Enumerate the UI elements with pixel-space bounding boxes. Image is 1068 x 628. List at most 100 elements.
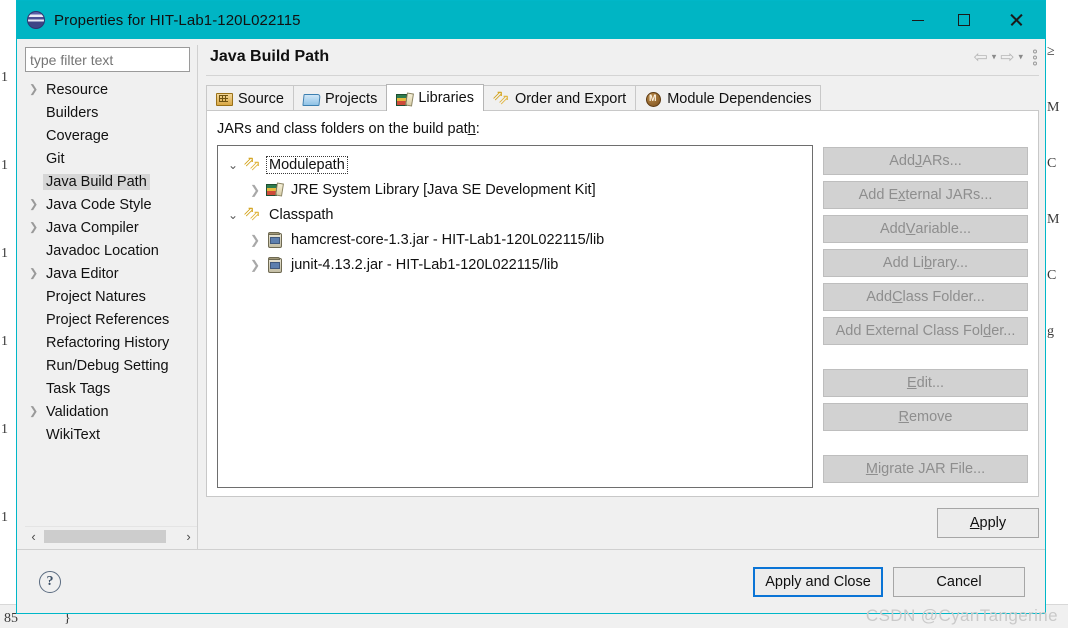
tab-module-dependencies[interactable]: Module Dependencies — [635, 85, 822, 111]
filter-input[interactable] — [25, 47, 190, 72]
sidebar-item-project-natures[interactable]: Project Natures — [25, 285, 197, 308]
tab-order-and-export[interactable]: Order and Export — [482, 85, 637, 111]
tab-label: Source — [238, 90, 284, 107]
sidebar-item-task-tags[interactable]: Task Tags — [25, 377, 197, 400]
maximize-button[interactable] — [941, 1, 987, 39]
forward-arrow-icon[interactable]: ⇨ — [1000, 49, 1014, 66]
libraries-content-row: ⌄Modulepath ❯ JRE System Library [Java SE … — [217, 145, 1028, 488]
background-glyph: 1 — [1, 246, 8, 261]
apply-and-close-button[interactable]: Apply and Close — [753, 566, 883, 597]
chevron-down-icon[interactable]: ⌄ — [222, 158, 244, 172]
tab-label: Projects — [324, 90, 378, 107]
tab-projects[interactable]: Projects — [292, 85, 388, 111]
view-menu-icon[interactable] — [1033, 49, 1037, 65]
add-external-jars-button[interactable]: Add Ex ternal JARs... — [823, 181, 1028, 209]
libraries-button-column: Add J ARs... Add Ex ternal JARs... Add Varia… — [823, 145, 1028, 488]
scrollbar-thumb[interactable] — [44, 529, 166, 543]
build-path-node[interactable]: ❯ JRE System Library [Java SE Development… — [222, 177, 808, 202]
order-export-arrows-icon — [492, 87, 510, 108]
dialog-footer: ? Apply and Close Cancel — [17, 549, 1045, 613]
chevron-right-icon[interactable]: ❯ — [244, 183, 266, 197]
sidebar-item-project-references[interactable]: Project References — [25, 308, 197, 331]
edit-button[interactable]: Edit... — [823, 369, 1028, 397]
chevron-right-icon[interactable]: ❯ — [244, 233, 266, 247]
maximize-icon — [958, 14, 970, 26]
sidebar-item-resource[interactable]: ❯ Resource — [25, 78, 197, 101]
sidebar-item-run-debug-setting[interactable]: Run/Debug Setting — [25, 354, 197, 377]
dialog-body: ❯ Resource Builders Coverage Git Java Build P… — [17, 39, 1045, 549]
sidebar-item-validation[interactable]: ❯ Validation — [25, 400, 197, 423]
module-circle-icon — [645, 91, 662, 107]
sidebar-item-refactoring-history[interactable]: Refactoring History — [25, 331, 197, 354]
forward-dropdown-icon[interactable]: ▾ — [1018, 52, 1023, 62]
apply-button[interactable]: Apply — [937, 508, 1039, 538]
add-variable-button[interactable]: Add Variable... — [823, 215, 1028, 243]
migrate-jar-file-button[interactable]: Migrate JAR File... — [823, 455, 1028, 483]
footer-buttons: Apply and Close Cancel — [753, 566, 1025, 597]
sidebar-item-git[interactable]: Git — [25, 147, 197, 170]
add-class-folder-button[interactable]: Add Class Folder... — [823, 283, 1028, 311]
sidebar-item-java-code-style[interactable]: ❯ Java Code Style — [25, 193, 197, 216]
chevron-right-icon[interactable]: ❯ — [29, 268, 38, 279]
jre-library-icon — [266, 182, 283, 197]
sidebar-item-label: Run/Debug Setting — [46, 357, 169, 374]
tab-libraries[interactable]: Libraries — [386, 84, 484, 111]
source-folder-icon — [216, 91, 233, 106]
sidebar-item-label: Validation — [46, 403, 109, 420]
build-path-node-label: JRE System Library [Java SE Development … — [291, 181, 596, 198]
sidebar-item-label: Builders — [46, 104, 99, 121]
page-title: Java Build Path — [210, 48, 330, 65]
sidebar-item-wikitext[interactable]: WikiText — [25, 423, 197, 446]
back-dropdown-icon[interactable]: ▾ — [992, 52, 997, 62]
build-path-node[interactable]: ❯ hamcrest-core-1.3.jar - HIT-Lab1-120L02… — [222, 227, 808, 252]
background-glyph: C — [1047, 268, 1057, 283]
sidebar-item-coverage[interactable]: Coverage — [25, 124, 197, 147]
sidebar-item-javadoc-location[interactable]: Javadoc Location — [25, 239, 197, 262]
build-path-node[interactable]: ⌄ Classpath — [222, 202, 808, 227]
libraries-books-icon — [396, 91, 412, 106]
background-glyph: 1 — [1, 334, 8, 349]
build-path-node[interactable]: ⌄ Modulepath — [222, 152, 808, 177]
sidebar-item-java-compiler[interactable]: ❯ Java Compiler — [25, 216, 197, 239]
button-group-spacer — [823, 351, 1028, 363]
add-external-class-folder-button[interactable]: Add External Class Fol d er... — [823, 317, 1028, 345]
sidebar-item-builders[interactable]: Builders — [25, 101, 197, 124]
chevron-right-icon[interactable]: ❯ — [244, 258, 266, 272]
close-button[interactable] — [993, 1, 1039, 39]
cancel-button[interactable]: Cancel — [893, 566, 1025, 597]
build-path-node[interactable]: ❯ junit-4.13.2.jar - HIT-Lab1-120L022115/… — [222, 252, 808, 277]
help-icon[interactable]: ? — [39, 570, 61, 593]
sidebar-item-java-build-path[interactable]: Java Build Path — [25, 170, 197, 193]
background-glyph: 1 — [1, 422, 8, 437]
tab-source[interactable]: Source — [206, 85, 294, 111]
header-divider — [206, 75, 1039, 76]
tab-label: Order and Export — [514, 90, 627, 107]
settings-tree[interactable]: ❯ Resource Builders Coverage Git Java Build P… — [25, 78, 197, 526]
scroll-right-icon[interactable]: › — [180, 528, 197, 545]
background-glyph: g — [1047, 324, 1054, 339]
sidebar-horizontal-scrollbar[interactable]: ‹ › — [25, 526, 197, 545]
back-arrow-icon[interactable]: ⇦ — [973, 49, 987, 66]
button-group-spacer — [823, 437, 1028, 449]
build-path-node-label: Classpath — [269, 206, 334, 223]
chevron-right-icon[interactable]: ❯ — [29, 222, 38, 233]
remove-button[interactable]: Remove — [823, 403, 1028, 431]
sidebar-item-label: Resource — [46, 81, 109, 98]
chevron-right-icon[interactable]: ❯ — [29, 84, 38, 95]
build-path-tree[interactable]: ⌄Modulepath ❯ JRE System Library [Java SE … — [217, 145, 813, 488]
background-glyph: C — [1047, 156, 1057, 171]
background-glyph: 1 — [1, 158, 8, 173]
scrollbar-track[interactable] — [42, 527, 180, 545]
sidebar-item-java-editor[interactable]: ❯ Java Editor — [25, 262, 197, 285]
add-library-button[interactable]: Add Li b rary... — [823, 249, 1028, 277]
chevron-down-icon[interactable]: ⌄ — [222, 208, 244, 222]
add-jars-button[interactable]: Add J ARs... — [823, 147, 1028, 175]
scroll-left-icon[interactable]: ‹ — [25, 528, 42, 545]
chevron-right-icon[interactable]: ❯ — [29, 199, 38, 210]
background-glyph: M — [1047, 100, 1060, 115]
minimize-button[interactable] — [895, 1, 941, 39]
chevron-right-icon[interactable]: ❯ — [29, 406, 38, 417]
sidebar-item-label: Refactoring History — [46, 334, 170, 351]
page-nav-icons: ⇦ ▾ ⇨ ▾ — [973, 49, 1039, 66]
sidebar-item-label: Java Compiler — [46, 219, 139, 236]
